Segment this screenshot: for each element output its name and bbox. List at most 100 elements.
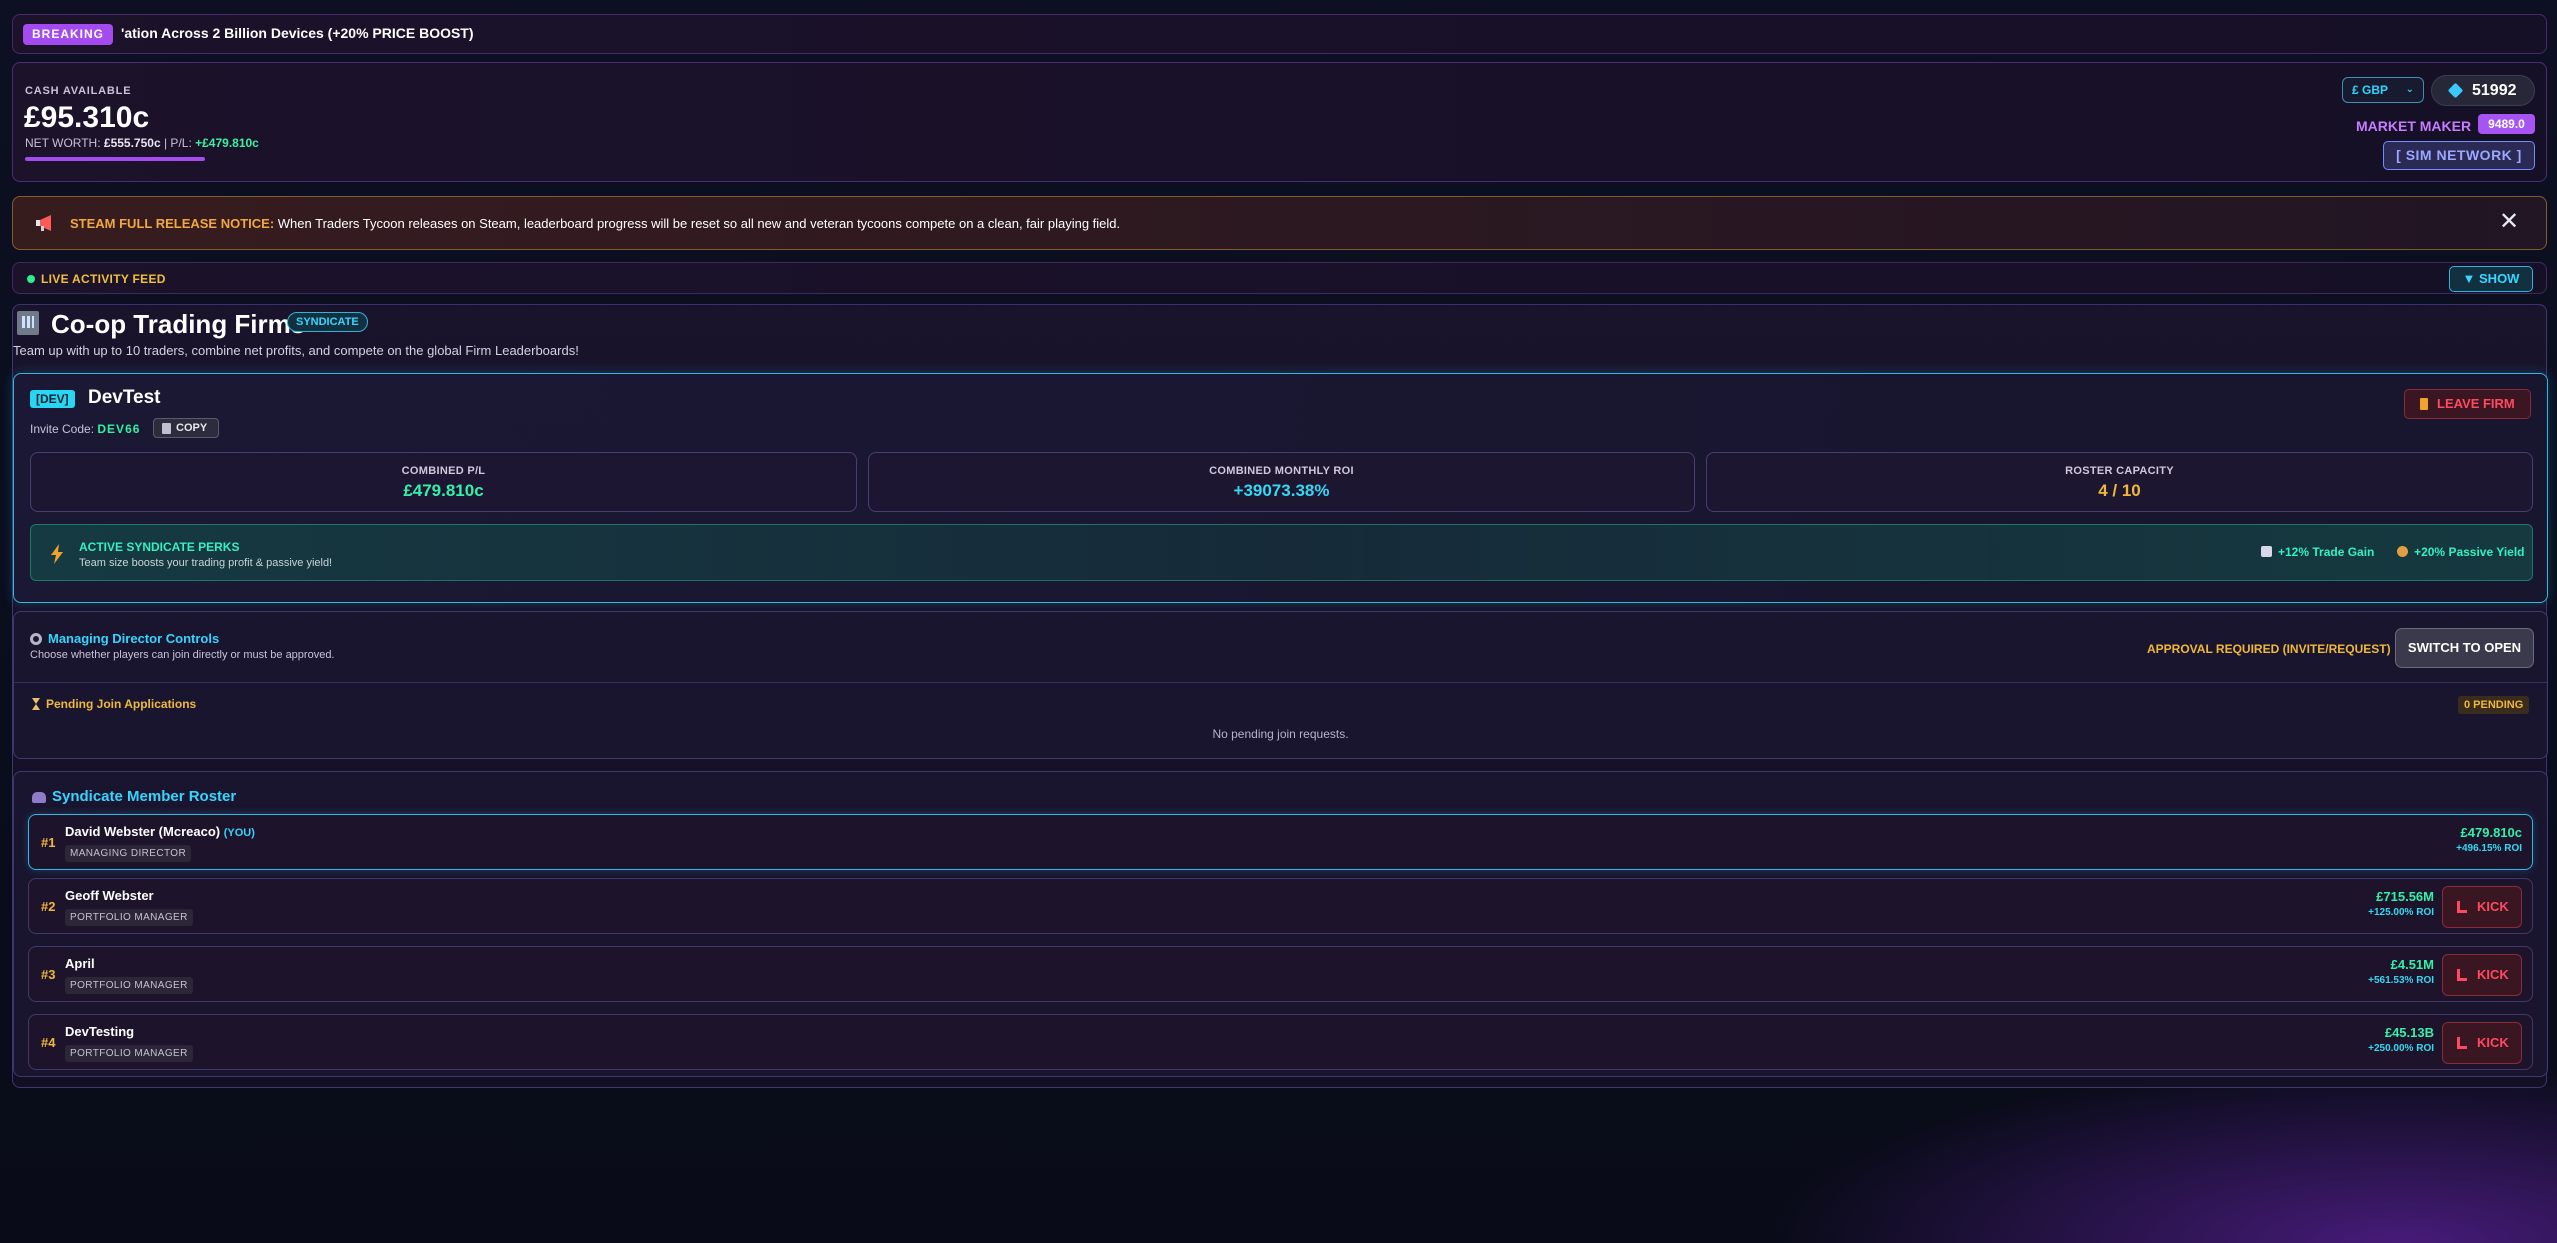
member-name: David Webster (Mcreaco) [65, 824, 221, 839]
people-icon [32, 792, 46, 803]
currency-select[interactable]: £ GBP ⌄ [2342, 77, 2424, 103]
member-name: DevTesting [65, 1024, 135, 1039]
stat-value: 4 / 10 [2098, 481, 2141, 500]
leave-firm-label: LEAVE FIRM [2437, 396, 2515, 411]
member-value: £715.56M [2376, 889, 2434, 904]
approval-status: APPROVAL REQUIRED (INVITE/REQUEST) [2147, 642, 2391, 656]
live-activity-feed: LIVE ACTIVITY FEED ▼ SHOW [12, 262, 2547, 294]
notice-text: When Traders Tycoon releases on Steam, l… [277, 216, 1121, 231]
member-roi: +561.53% ROI [2368, 975, 2434, 986]
pending-title: Pending Join Applications [46, 697, 197, 711]
copy-button[interactable]: COPY [153, 418, 219, 438]
stat-label: COMBINED MONTHLY ROI [1209, 465, 1354, 477]
stat-combined-pl: COMBINED P/L £479.810c [30, 452, 857, 512]
chevron-down-icon: ⌄ [2405, 84, 2414, 95]
notice-title: STEAM FULL RELEASE NOTICE: [70, 216, 275, 231]
rank-label: MARKET MAKER [2356, 118, 2472, 134]
progress-bar [25, 157, 205, 161]
member-value: £45.13B [2384, 1025, 2434, 1040]
trade-gain-perk: +12% Trade Gain [2278, 545, 2375, 559]
close-icon[interactable]: ✕ [2499, 210, 2519, 234]
member-roster-panel: Syndicate Member Roster #1 David Webster… [13, 771, 2548, 1077]
member-roi: +496.15% ROI [2456, 843, 2522, 854]
member-rank: #4 [41, 1035, 56, 1050]
member-value: £479.810c [2460, 825, 2522, 840]
boot-icon [2457, 901, 2467, 913]
firm-card: [DEV] DevTest Invite Code: DEV66 COPY LE… [13, 373, 2548, 603]
controls-subtitle: Choose whether players can join directly… [30, 649, 335, 661]
live-indicator-icon [27, 275, 35, 283]
gem-icon [2447, 82, 2464, 99]
news-ticker: BREAKING 'ation Across 2 Billion Devices… [12, 14, 2547, 54]
perks-subtitle: Team size boosts your trading profit & p… [79, 557, 333, 569]
stat-value: +39073.38% [1233, 481, 1330, 500]
gems-counter[interactable]: 51992 [2431, 75, 2535, 106]
office-building-icon [17, 311, 39, 335]
invite-code-line: Invite Code: DEV66 [30, 422, 140, 436]
coop-firms-section: Co-op Trading Firms SYNDICATE Team up wi… [12, 304, 2548, 1088]
member-rank: #3 [41, 967, 56, 982]
you-tag: (YOU) [223, 827, 255, 839]
member-role: PORTFOLIO MANAGER [65, 1045, 193, 1062]
firm-tag: [DEV] [30, 390, 75, 408]
syndicate-badge: SYNDICATE [287, 312, 368, 332]
show-feed-button[interactable]: ▼ SHOW [2449, 266, 2533, 292]
door-icon [2420, 398, 2428, 410]
member-value: £4.51M [2390, 957, 2434, 972]
gems-value: 51992 [2472, 82, 2517, 99]
stat-label: ROSTER CAPACITY [2065, 465, 2174, 477]
divider [14, 682, 2547, 683]
controls-title: Managing Director Controls [48, 631, 220, 646]
member-roi: +250.00% ROI [2368, 1043, 2434, 1054]
kick-button[interactable]: KICK [2442, 954, 2522, 996]
member-roi: +125.00% ROI [2368, 907, 2434, 918]
gear-icon [30, 633, 42, 645]
member-name: Geoff Webster [65, 888, 154, 903]
megaphone-icon [36, 215, 51, 231]
notice-message: STEAM FULL RELEASE NOTICE: When Traders … [70, 216, 1120, 231]
pl-label: | P/L: [163, 136, 192, 150]
director-controls-panel: Managing Director Controls Choose whethe… [13, 611, 2548, 759]
member-row: #2 Geoff Webster PORTFOLIO MANAGER £715.… [28, 878, 2533, 934]
pl-value: +£479.810c [195, 136, 259, 150]
invite-label: Invite Code: [30, 422, 95, 436]
money-bag-icon [2397, 546, 2409, 557]
currency-value: £ GBP [2352, 83, 2389, 97]
net-worth-value: £555.750c [103, 136, 161, 150]
stat-monthly-roi: COMBINED MONTHLY ROI +39073.38% [868, 452, 1695, 512]
page-title: Co-op Trading Firms [51, 309, 306, 339]
invite-code: DEV66 [97, 422, 141, 436]
roster-title: Syndicate Member Roster [52, 788, 237, 805]
stat-value: £479.810c [403, 481, 484, 500]
sim-network-button[interactable]: [ SIM NETWORK ] [2383, 141, 2535, 170]
page-subtitle: Team up with up to 10 traders, combine n… [13, 343, 579, 358]
boot-icon [2457, 969, 2467, 981]
member-row: #1 David Webster (Mcreaco) (YOU) MANAGIN… [28, 814, 2533, 870]
boot-icon [2457, 1037, 2467, 1049]
syndicate-perks-banner: ACTIVE SYNDICATE PERKS Team size boosts … [30, 524, 2533, 581]
kick-button[interactable]: KICK [2442, 886, 2522, 928]
member-row: #4 DevTesting PORTFOLIO MANAGER £45.13B … [28, 1014, 2533, 1070]
breaking-badge: BREAKING [23, 24, 114, 45]
passive-yield-perk: +20% Passive Yield [2414, 545, 2525, 559]
perks-bonuses: +12% Trade Gain +20% Passive Yield [2261, 545, 2525, 559]
stat-label: COMBINED P/L [401, 465, 486, 477]
member-rank: #2 [41, 899, 56, 914]
switch-to-open-button[interactable]: SWITCH TO OPEN [2395, 628, 2534, 668]
leave-firm-button[interactable]: LEAVE FIRM [2404, 389, 2531, 419]
hourglass-icon [32, 698, 40, 710]
member-name-line: David Webster (Mcreaco) (YOU) [65, 824, 255, 839]
copy-label: COPY [176, 422, 208, 434]
kick-label: KICK [2477, 1035, 2509, 1050]
cash-value: £95.310c [24, 101, 150, 134]
net-worth-line: NET WORTH: £555.750c | P/L: +£479.810c [25, 136, 259, 150]
kick-button[interactable]: KICK [2442, 1022, 2522, 1064]
rank-value: 9489.0 [2478, 114, 2535, 134]
clipboard-icon [162, 423, 171, 434]
kick-label: KICK [2477, 899, 2509, 914]
pending-count-badge: 0 PENDING [2458, 696, 2530, 714]
feed-label: LIVE ACTIVITY FEED [41, 272, 166, 286]
cash-label: CASH AVAILABLE [25, 85, 132, 97]
member-rank: #1 [41, 835, 56, 850]
member-name: April [65, 956, 95, 971]
